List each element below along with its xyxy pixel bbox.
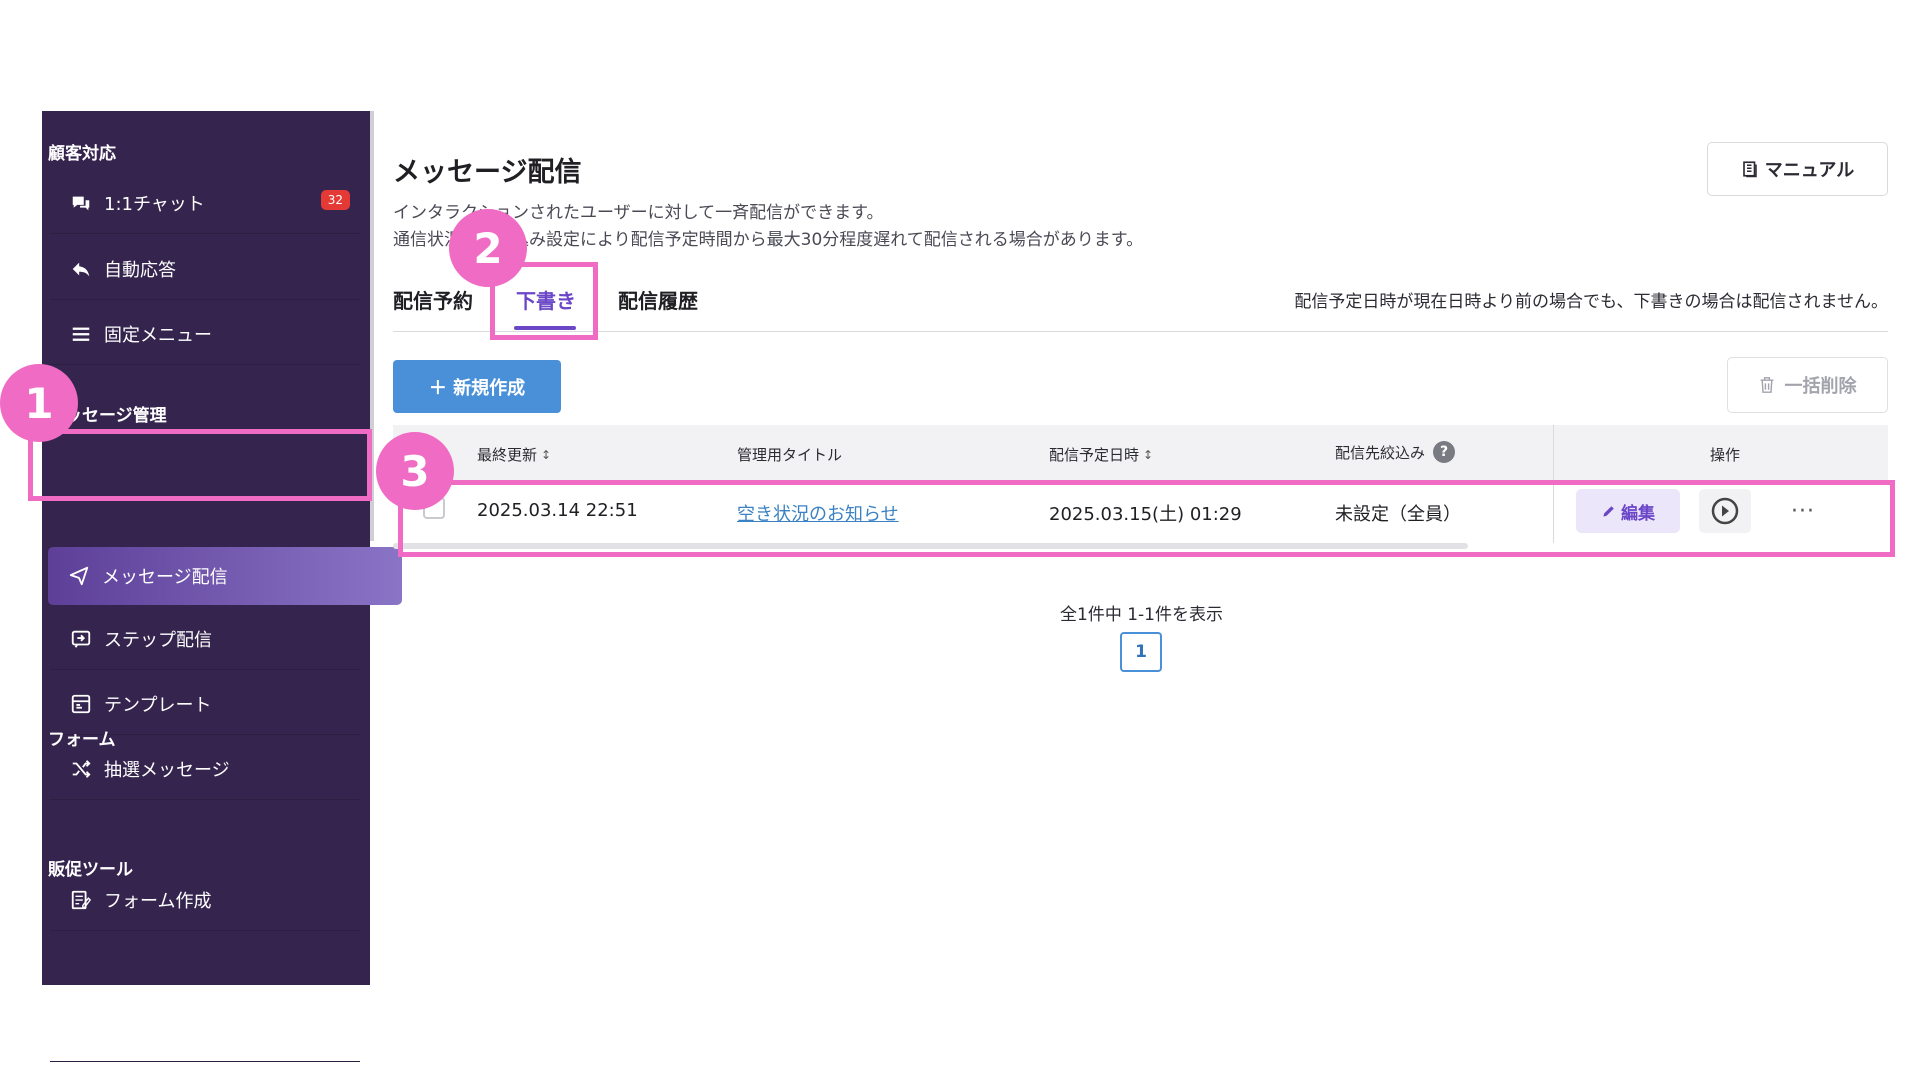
chat-icon <box>68 190 94 216</box>
column-header-scheduled[interactable]: 配信予定日時 ↕ <box>1049 444 1153 465</box>
sidebar-item-auto-reply[interactable]: 自動応答 <box>50 238 360 300</box>
manual-button[interactable]: マニュアル <box>1707 142 1888 196</box>
column-header-actions: 操作 <box>1710 444 1740 465</box>
bulk-delete-button[interactable]: 一括削除 <box>1727 357 1888 413</box>
table-header: 最終更新 ↕ 管理用タイトル 配信予定日時 ↕ 配信先絞込み ? 操作 <box>393 425 1888 481</box>
draft-notice: 配信予定日時が現在日時より前の場合でも、下書きの場合は配信されません。 <box>1294 292 1888 312</box>
sort-icon: ↕ <box>1143 447 1154 462</box>
form-icon <box>68 887 94 913</box>
section-label-form: フォーム <box>48 730 116 750</box>
column-header-label: 操作 <box>1710 446 1741 464</box>
column-header-label: 配信予定日時 <box>1049 446 1140 464</box>
sidebar-item-fixed-menu[interactable]: 固定メニュー <box>50 303 360 365</box>
sidebar-item-label: 固定メニュー <box>104 324 212 346</box>
sort-icon: ↕ <box>541 447 552 462</box>
sidebar-item-label: 抽選メッセージ <box>104 759 230 781</box>
column-header-title: 管理用タイトル <box>737 444 842 465</box>
bulk-delete-label: 一括削除 <box>1784 376 1857 397</box>
sidebar-item-label: 自動応答 <box>104 259 176 281</box>
chevron-down-icon[interactable] <box>326 1018 348 1040</box>
highlight-box-row <box>398 480 1895 557</box>
sidebar-item-step-delivery[interactable]: ステップ配信 <box>50 608 360 670</box>
new-create-button[interactable]: ＋ 新規作成 <box>393 360 561 413</box>
page-title: メッセージ配信 <box>393 157 582 188</box>
sidebar-item-label: 商品販売 <box>104 1021 176 1043</box>
menu-icon <box>68 321 94 347</box>
manual-button-label: マニュアル <box>1764 160 1855 181</box>
highlight-box-sidebar <box>28 429 372 501</box>
sidebar-item-label: テンプレート <box>104 694 212 716</box>
tab-scheduled[interactable]: 配信予約 <box>393 285 473 314</box>
step-marker-1: 1 <box>0 364 78 442</box>
book-icon <box>1742 161 1757 178</box>
step-icon <box>68 626 94 652</box>
unread-count-badge: 32 <box>320 190 350 210</box>
sidebar-item-label: フォーム作成 <box>104 890 212 912</box>
tabs-divider <box>393 331 1888 332</box>
reply-icon <box>68 256 94 282</box>
column-header-label: 最終更新 <box>477 446 538 464</box>
sidebar-item-label: メッセージ配信 <box>102 567 228 588</box>
section-label-customer: 顧客対応 <box>48 144 116 164</box>
sidebar: 顧客対応 1:1チャット 32 自動応答 固定メニュー メッセージ管理 メッセー… <box>42 111 402 1062</box>
tab-history[interactable]: 配信履歴 <box>618 285 698 314</box>
column-header-target: 配信先絞込み ? <box>1335 441 1456 463</box>
sidebar-item-label: ステップ配信 <box>104 629 212 651</box>
sidebar-item-message-delivery[interactable]: メッセージ配信 <box>48 547 402 605</box>
column-header-label: 管理用タイトル <box>737 446 843 464</box>
column-header-label: 配信先絞込み <box>1335 443 1426 462</box>
sidebar-item-chat[interactable]: 1:1チャット 32 <box>50 172 360 234</box>
page-button-1[interactable]: 1 <box>1120 632 1162 672</box>
step-marker-3: 3 <box>376 432 454 510</box>
trash-icon <box>1760 377 1773 393</box>
sidebar-item-label: 1:1チャット <box>104 193 205 215</box>
help-icon[interactable]: ? <box>1433 441 1456 463</box>
sidebar-item-product-sales[interactable]: 商品販売 <box>50 1000 360 1062</box>
pagination-summary: 全1件中 1-1件を表示 <box>1060 605 1223 625</box>
send-icon <box>66 563 92 589</box>
delivery-tabs: 配信予約 下書き 配信履歴 配信予定日時が現在日時より前の場合でも、下書きの場合… <box>393 285 1888 331</box>
column-header-updated[interactable]: 最終更新 ↕ <box>477 444 551 465</box>
shuffle-icon <box>68 756 94 782</box>
section-label-promotion: 販促ツール <box>48 860 133 880</box>
template-icon <box>68 691 94 717</box>
cart-icon <box>68 1018 94 1044</box>
step-marker-2: 2 <box>449 209 527 287</box>
